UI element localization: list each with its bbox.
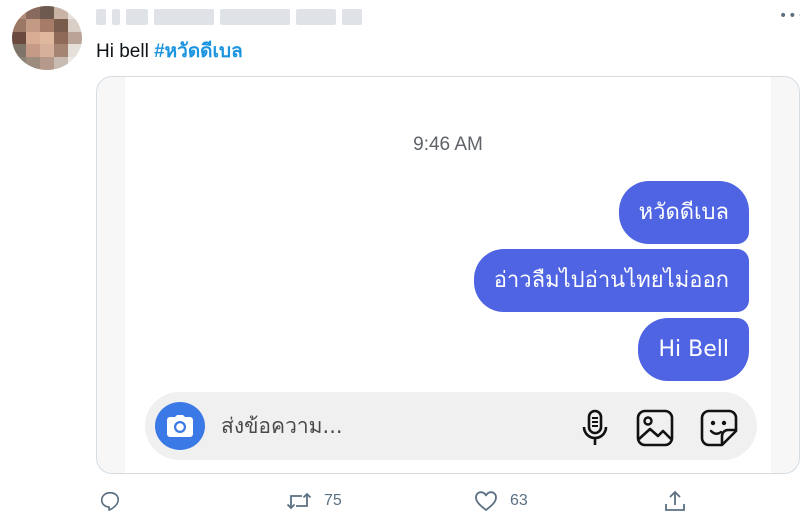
message-bubble: อ่าวลืมไปอ่านไทยไม่ออก	[473, 249, 749, 312]
share-icon	[665, 490, 685, 511]
more-options-icon[interactable]: •••	[779, 8, 800, 26]
camera-button[interactable]	[155, 402, 205, 450]
sticker-icon	[700, 409, 738, 447]
tweet-text: Hi bell #หวัดดีเบล	[96, 36, 243, 66]
share-button[interactable]	[664, 490, 686, 512]
gallery-icon	[636, 409, 674, 447]
gallery-button[interactable]	[635, 408, 675, 448]
heart-icon	[475, 491, 497, 511]
retweet-count: 75	[324, 492, 342, 509]
hashtag-link[interactable]: #หวัดดีเบล	[154, 41, 243, 62]
message-bubble: Hi Bell	[638, 318, 749, 381]
microphone-icon	[582, 409, 608, 445]
reply-button[interactable]	[99, 490, 121, 512]
tweet-body: Hi bell	[96, 41, 155, 62]
sticker-button[interactable]	[699, 408, 739, 448]
retweet-button[interactable]: 75	[286, 490, 342, 512]
chat-screenshot: 9:46 AM หวัดดีเบล อ่าวลืมไปอ่านไทยไม่ออก…	[125, 77, 771, 473]
avatar[interactable]	[12, 6, 82, 70]
like-button[interactable]: 63	[474, 490, 528, 512]
like-count: 63	[510, 492, 528, 509]
tweet-media-card[interactable]: 9:46 AM หวัดดีเบล อ่าวลืมไปอ่านไทยไม่ออก…	[96, 76, 800, 474]
tweet-action-bar: 75 63	[0, 490, 800, 513]
message-composer	[145, 392, 757, 460]
microphone-button[interactable]	[575, 408, 615, 448]
reply-icon	[100, 491, 120, 511]
chat-timestamp: 9:46 AM	[413, 134, 483, 155]
retweet-icon	[286, 492, 312, 510]
message-input[interactable]	[221, 410, 561, 442]
author-name-blurred[interactable]	[96, 8, 362, 26]
message-bubble: หวัดดีเบล	[618, 181, 749, 244]
camera-icon	[167, 415, 193, 437]
